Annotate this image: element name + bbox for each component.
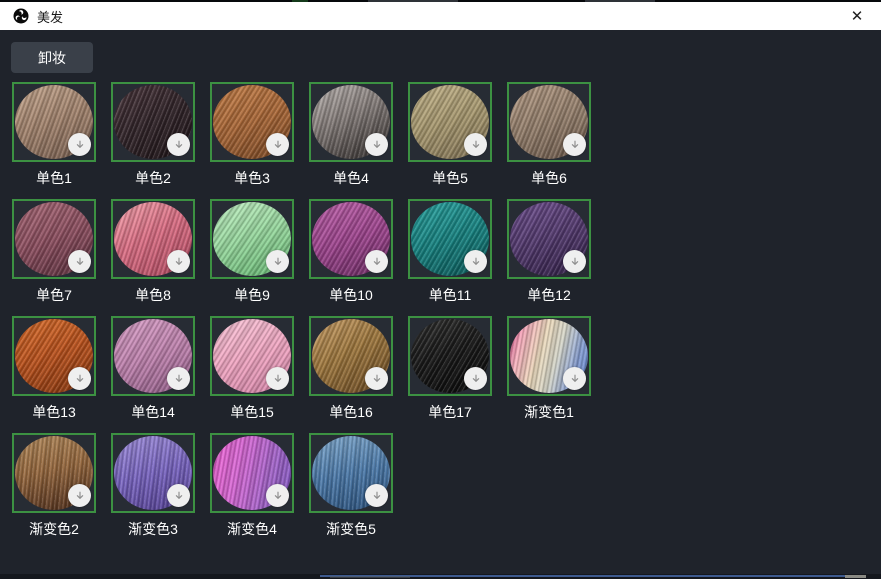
hair-swatch-tile[interactable] <box>309 82 393 162</box>
hair-style-cell: 单色13 <box>12 316 96 433</box>
hair-style-cell: 单色10 <box>309 199 393 316</box>
hair-style-cell: 单色12 <box>507 199 591 316</box>
download-icon[interactable] <box>464 133 487 156</box>
hair-style-cell: 单色17 <box>408 316 492 433</box>
download-icon[interactable] <box>68 367 91 390</box>
hair-style-cell: 单色11 <box>408 199 492 316</box>
download-icon[interactable] <box>167 367 190 390</box>
hair-style-cell: 渐变色5 <box>309 433 393 550</box>
download-icon[interactable] <box>68 133 91 156</box>
hair-swatch-label: 渐变色3 <box>111 520 195 538</box>
hair-swatch-label: 单色16 <box>309 403 393 421</box>
hair-swatch-label: 单色11 <box>408 286 492 304</box>
hair-swatch-tile[interactable] <box>309 316 393 396</box>
hair-swatch-tile[interactable] <box>210 433 294 513</box>
hair-swatch-label: 单色4 <box>309 169 393 187</box>
hair-swatch-tile[interactable] <box>12 199 96 279</box>
hair-style-cell: 单色14 <box>111 316 195 433</box>
dialog-titlebar: 美发 ✕ <box>0 2 881 30</box>
hair-style-cell: 单色2 <box>111 82 195 199</box>
hair-swatch-label: 单色14 <box>111 403 195 421</box>
hair-swatch-label: 渐变色2 <box>12 520 96 538</box>
hair-swatch-tile[interactable] <box>210 199 294 279</box>
download-icon[interactable] <box>167 133 190 156</box>
hair-swatch-tile[interactable] <box>309 199 393 279</box>
download-icon[interactable] <box>68 484 91 507</box>
hair-swatch-label: 单色9 <box>210 286 294 304</box>
bottom-edge-artifact <box>845 575 866 578</box>
hair-swatch-label: 单色17 <box>408 403 492 421</box>
dialog-content: 卸妆 单色1 单色2 <box>0 30 881 574</box>
download-icon[interactable] <box>464 367 487 390</box>
hair-swatch-tile[interactable] <box>507 316 591 396</box>
hair-style-cell: 单色7 <box>12 199 96 316</box>
download-icon[interactable] <box>167 484 190 507</box>
download-icon[interactable] <box>266 484 289 507</box>
download-icon[interactable] <box>266 250 289 273</box>
hair-swatch-label: 渐变色5 <box>309 520 393 538</box>
hair-style-cell: 渐变色4 <box>210 433 294 550</box>
hair-swatch-tile[interactable] <box>210 82 294 162</box>
download-icon[interactable] <box>365 133 388 156</box>
hair-style-cell: 单色1 <box>12 82 96 199</box>
hair-style-cell: 单色3 <box>210 82 294 199</box>
hair-swatch-label: 单色1 <box>12 169 96 187</box>
hair-swatch-tile[interactable] <box>507 82 591 162</box>
hair-style-cell: 单色8 <box>111 199 195 316</box>
hair-swatch-label: 单色15 <box>210 403 294 421</box>
hair-style-cell: 单色6 <box>507 82 591 199</box>
download-icon[interactable] <box>563 133 586 156</box>
hair-swatch-label: 渐变色1 <box>507 403 591 421</box>
window-bottom-edge <box>0 574 881 579</box>
hair-swatch-label: 单色3 <box>210 169 294 187</box>
hair-style-grid: 单色1 单色2 单色3 <box>12 82 591 550</box>
hair-swatch-tile[interactable] <box>210 316 294 396</box>
hair-swatch-label: 单色7 <box>12 286 96 304</box>
download-icon[interactable] <box>365 250 388 273</box>
hair-swatch-label: 渐变色4 <box>210 520 294 538</box>
hair-style-cell: 单色16 <box>309 316 393 433</box>
download-icon[interactable] <box>266 367 289 390</box>
dialog-title: 美发 <box>37 7 63 26</box>
hair-swatch-tile[interactable] <box>111 316 195 396</box>
hair-swatch-label: 单色13 <box>12 403 96 421</box>
hair-swatch-tile[interactable] <box>408 199 492 279</box>
hair-swatch-tile[interactable] <box>111 433 195 513</box>
hair-style-cell: 单色15 <box>210 316 294 433</box>
download-icon[interactable] <box>266 133 289 156</box>
obs-logo-icon <box>13 8 29 24</box>
hair-swatch-tile[interactable] <box>111 82 195 162</box>
download-icon[interactable] <box>68 250 91 273</box>
hair-swatch-label: 单色8 <box>111 286 195 304</box>
hair-swatch-tile[interactable] <box>408 82 492 162</box>
download-icon[interactable] <box>563 250 586 273</box>
hair-swatch-label: 单色12 <box>507 286 591 304</box>
hair-style-cell: 单色5 <box>408 82 492 199</box>
hair-swatch-label: 单色5 <box>408 169 492 187</box>
bottom-edge-artifact <box>330 576 410 578</box>
hair-swatch-label: 单色2 <box>111 169 195 187</box>
hair-swatch-tile[interactable] <box>12 433 96 513</box>
hair-style-cell: 渐变色2 <box>12 433 96 550</box>
hair-style-cell: 渐变色3 <box>111 433 195 550</box>
hair-swatch-tile[interactable] <box>408 316 492 396</box>
hair-swatch-tile[interactable] <box>309 433 393 513</box>
remove-makeup-button[interactable]: 卸妆 <box>11 42 93 73</box>
hair-swatch-tile[interactable] <box>111 199 195 279</box>
hair-swatch-label: 单色6 <box>507 169 591 187</box>
hair-swatch-label: 单色10 <box>309 286 393 304</box>
hair-swatch-tile[interactable] <box>12 316 96 396</box>
download-icon[interactable] <box>365 484 388 507</box>
hair-style-cell: 渐变色1 <box>507 316 591 433</box>
close-button[interactable]: ✕ <box>842 2 872 30</box>
hair-style-cell: 单色9 <box>210 199 294 316</box>
download-icon[interactable] <box>365 367 388 390</box>
hair-swatch-tile[interactable] <box>507 199 591 279</box>
download-icon[interactable] <box>563 367 586 390</box>
hair-swatch-tile[interactable] <box>12 82 96 162</box>
hair-style-cell: 单色4 <box>309 82 393 199</box>
download-icon[interactable] <box>167 250 190 273</box>
download-icon[interactable] <box>464 250 487 273</box>
